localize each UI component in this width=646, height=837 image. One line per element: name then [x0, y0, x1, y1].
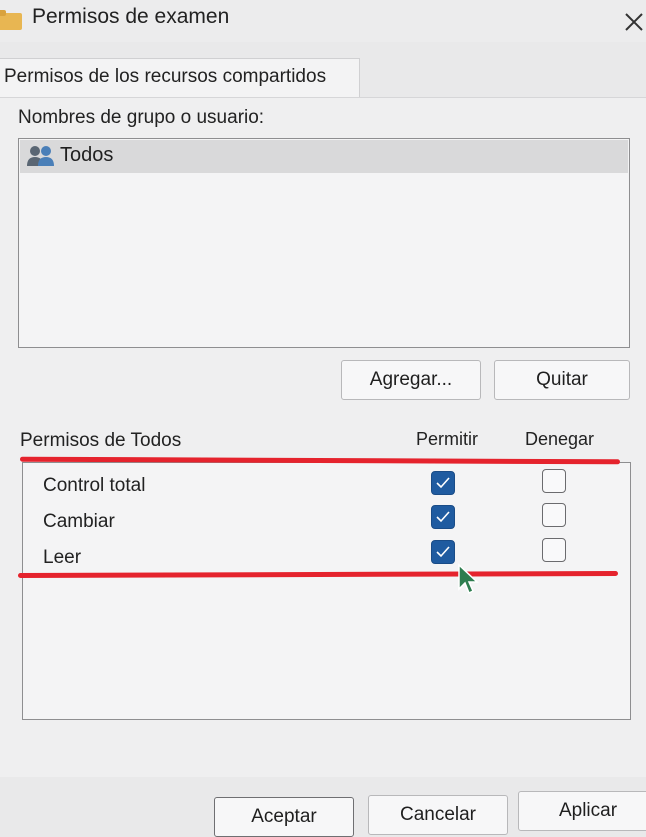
column-header-deny: Denegar — [525, 429, 595, 449]
deny-checkbox-change[interactable] — [542, 503, 566, 527]
deny-checkbox-full-control[interactable] — [542, 469, 566, 493]
permission-label-change: Cambiar — [43, 511, 115, 532]
tab-label: Permisos de los recursos compartidos — [4, 66, 327, 87]
tab-shared-permissions[interactable]: Permisos de los recursos compartidos — [0, 58, 360, 98]
title-bar: Permisos de examen — [0, 0, 646, 42]
close-icon[interactable] — [622, 10, 646, 34]
allow-checkbox-change[interactable] — [431, 505, 455, 529]
allow-checkbox-read[interactable] — [431, 540, 455, 564]
folder-icon — [0, 10, 22, 30]
mouse-cursor-icon — [458, 563, 479, 595]
add-button[interactable]: Agregar... — [341, 360, 481, 400]
accept-button[interactable]: Aceptar — [214, 797, 354, 837]
apply-button[interactable]: Aplicar — [518, 791, 646, 831]
users-icon — [27, 146, 54, 166]
permission-label-full-control: Control total — [43, 475, 146, 496]
cancel-button[interactable]: Cancelar — [368, 795, 508, 835]
column-header-allow: Permitir — [416, 429, 478, 449]
window-title: Permisos de examen — [32, 5, 230, 28]
deny-checkbox-read[interactable] — [542, 538, 566, 562]
allow-checkbox-full-control[interactable] — [431, 471, 455, 495]
list-item[interactable]: Todos — [20, 140, 628, 173]
permissions-list — [22, 462, 631, 720]
group-list-label: Nombres de grupo o usuario: — [18, 107, 265, 128]
remove-button[interactable]: Quitar — [494, 360, 630, 400]
permissions-header: Permisos de Todos — [20, 430, 182, 451]
permission-label-read: Leer — [43, 547, 82, 568]
group-user-list[interactable]: Todos — [18, 138, 630, 348]
list-item-label: Todos — [60, 144, 114, 166]
